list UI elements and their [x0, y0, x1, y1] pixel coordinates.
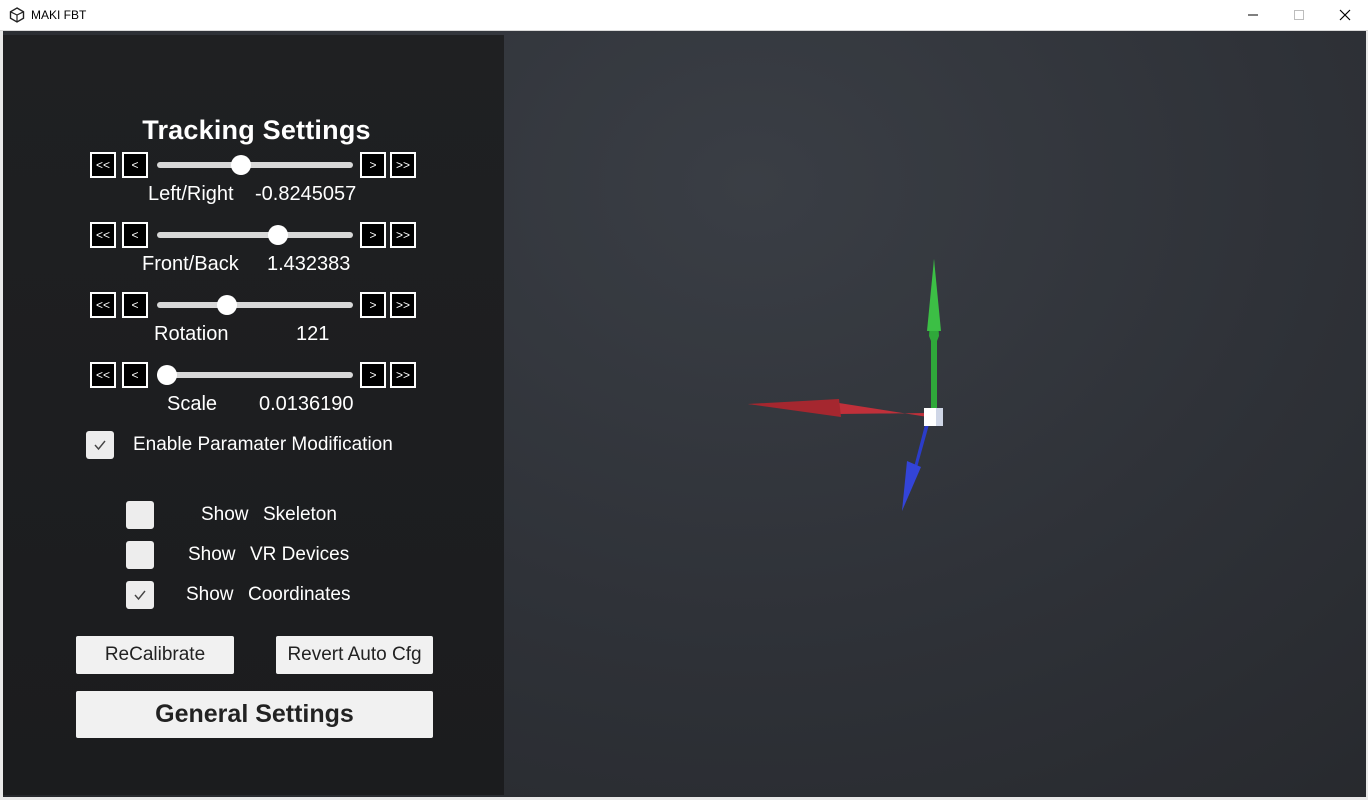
- show-coordinates-word: Show: [186, 584, 234, 605]
- rotation-label: Rotation: [154, 323, 229, 345]
- window-title-bar: MAKI FBT: [0, 0, 1368, 31]
- rotation-increment-button[interactable]: >: [360, 292, 386, 318]
- show-skeleton-label: Skeleton: [263, 504, 337, 525]
- close-icon: [1339, 9, 1351, 21]
- front-back-slider-handle[interactable]: [267, 225, 288, 245]
- left-right-value: -0.8245057: [255, 183, 357, 205]
- left-right-slider-handle[interactable]: [230, 155, 251, 175]
- maximize-icon: [1294, 10, 1304, 20]
- show-skeleton-checkbox[interactable]: [126, 501, 154, 529]
- rotation-decrement-button[interactable]: <: [122, 292, 148, 318]
- show-skeleton-word: Show: [201, 504, 249, 525]
- show-vr-devices-word: Show: [188, 544, 236, 565]
- rotation-value: 121: [296, 323, 330, 345]
- show-coordinates-label: Coordinates: [248, 584, 351, 605]
- z-axis-arrowhead: [902, 461, 921, 511]
- show-vr-devices-label: VR Devices: [250, 544, 350, 565]
- front-back-fast-increment-button[interactable]: >>: [390, 222, 416, 248]
- left-right-increment-button[interactable]: >: [360, 152, 386, 178]
- left-right-label: Left/Right: [148, 183, 234, 205]
- scale-increment-button[interactable]: >: [360, 362, 386, 388]
- show-vr-devices-checkbox[interactable]: [126, 541, 154, 569]
- minimize-icon: [1248, 14, 1258, 16]
- checkmark-icon: [134, 590, 146, 601]
- maximize-button[interactable]: [1276, 0, 1322, 30]
- minimize-button[interactable]: [1230, 0, 1276, 30]
- front-back-increment-button[interactable]: >: [360, 222, 386, 248]
- front-back-decrement-button[interactable]: <: [122, 222, 148, 248]
- front-back-value: 1.432383: [267, 253, 351, 275]
- front-back-label: Front/Back: [142, 253, 239, 275]
- front-back-fast-decrement-button[interactable]: <<: [90, 222, 116, 248]
- left-right-slider-track[interactable]: [157, 162, 353, 168]
- rotation-slider-track[interactable]: [157, 302, 353, 308]
- rotation-fast-increment-button[interactable]: >>: [390, 292, 416, 318]
- checkmark-icon: [94, 440, 106, 451]
- tracking-settings-panel: Tracking Settings: [3, 35, 504, 795]
- left-right-decrement-button[interactable]: <: [122, 152, 148, 178]
- y-axis-arrowhead: [927, 259, 941, 331]
- scale-label: Scale: [167, 393, 218, 415]
- window-title: MAKI FBT: [31, 8, 87, 22]
- revert-auto-cfg-button[interactable]: Revert Auto Cfg: [276, 636, 433, 674]
- general-settings-button[interactable]: General Settings: [76, 691, 433, 738]
- origin-cube-shade: [936, 408, 943, 426]
- show-coordinates-checkbox[interactable]: [126, 581, 154, 609]
- rotation-slider-handle[interactable]: [216, 295, 237, 315]
- enable-param-mod-checkbox[interactable]: [86, 431, 114, 459]
- rotation-fast-decrement-button[interactable]: <<: [90, 292, 116, 318]
- x-axis-arrowhead: [748, 399, 841, 417]
- scale-value: 0.0136190: [259, 393, 354, 415]
- scale-fast-decrement-button[interactable]: <<: [90, 362, 116, 388]
- close-button[interactable]: [1322, 0, 1368, 30]
- scale-fast-increment-button[interactable]: >>: [390, 362, 416, 388]
- scale-slider-track[interactable]: [157, 372, 353, 378]
- recalibrate-button[interactable]: ReCalibrate: [76, 636, 234, 674]
- left-right-fast-increment-button[interactable]: >>: [390, 152, 416, 178]
- front-back-slider-track[interactable]: [157, 232, 353, 238]
- scale-decrement-button[interactable]: <: [122, 362, 148, 388]
- panel-title: Tracking Settings: [142, 115, 371, 145]
- scale-slider-handle[interactable]: [157, 365, 177, 385]
- left-right-fast-decrement-button[interactable]: <<: [90, 152, 116, 178]
- unity-logo-icon: [9, 7, 25, 23]
- enable-param-mod-label: Enable Paramater Modification: [133, 434, 393, 455]
